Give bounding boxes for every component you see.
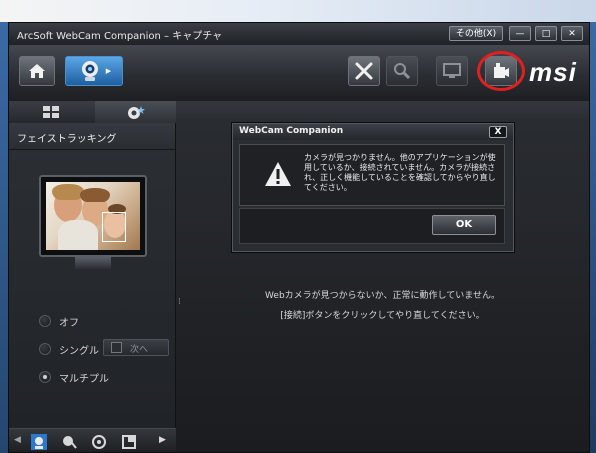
warning-icon xyxy=(265,162,291,186)
app-window: ArcSoft WebCam Companion – キャプチャ その他(X) … xyxy=(8,22,590,453)
home-icon xyxy=(29,64,45,78)
face-tracking-preview xyxy=(39,175,147,257)
settings-button[interactable] xyxy=(348,56,380,86)
desktop-background-top xyxy=(0,0,596,22)
effects-panel: フェイストラッキング オフ シングル 次へ マルチプル xyxy=(9,123,176,452)
tab-gallery[interactable] xyxy=(9,101,96,123)
webcam-icon xyxy=(81,61,98,81)
scroll-right-icon[interactable]: ▶ xyxy=(159,435,166,445)
camera-status-line-1: Webカメラが見つからないか、正常に動作していません。 xyxy=(265,291,500,301)
radio-off[interactable] xyxy=(39,315,51,327)
effects-icon xyxy=(128,106,145,119)
dialog-footer: OK xyxy=(239,208,505,244)
capture-mode-button[interactable]: ▶ xyxy=(65,56,123,86)
error-dialog: WebCam Companion X カメラが見つかりません。他のアプリケーショ… xyxy=(232,123,514,252)
window-title: ArcSoft WebCam Companion – キャプチャ xyxy=(17,31,223,42)
preview-stand xyxy=(75,257,111,269)
face-tracking-box xyxy=(102,212,126,242)
scroll-left-icon[interactable]: ◀ xyxy=(14,435,21,445)
radio-single-label: シングル xyxy=(59,346,99,357)
search-icon xyxy=(394,63,411,80)
tools-icon xyxy=(355,62,373,80)
dialog-close-button[interactable]: X xyxy=(489,126,507,138)
close-button[interactable]: ✕ xyxy=(561,26,583,41)
desktop-background-right xyxy=(590,22,596,453)
effects-bottom-bar: ◀ ▶ xyxy=(9,428,176,452)
minimize-button[interactable]: — xyxy=(509,26,531,41)
dialog-body: カメラが見つかりません。他のアプリケーションが使用しているか、接続されていません… xyxy=(239,144,505,206)
overlay-effect-icon[interactable] xyxy=(121,434,137,450)
monitor-icon xyxy=(443,63,461,78)
camera-status-line-2: [接続]ボタンをクリックしてやり直してください。 xyxy=(280,311,485,321)
radio-multiple[interactable] xyxy=(39,371,51,383)
highlight-circle xyxy=(477,51,525,91)
next-button[interactable]: 次へ xyxy=(103,339,169,356)
panel-tabs xyxy=(9,101,176,123)
gallery-icon xyxy=(43,106,59,118)
ok-button[interactable]: OK xyxy=(432,215,496,235)
zoom-button[interactable] xyxy=(386,56,418,86)
preview-photo xyxy=(46,182,140,250)
face-effect-icon[interactable] xyxy=(31,434,47,450)
next-button-label: 次へ xyxy=(130,345,149,355)
msi-logo: msi xyxy=(529,57,577,87)
dialog-title: WebCam Companion xyxy=(239,126,344,136)
view-top-strip xyxy=(176,101,589,119)
tab-effects[interactable] xyxy=(95,101,176,123)
display-button[interactable] xyxy=(436,56,468,86)
radio-off-label: オフ xyxy=(59,318,79,329)
chevron-right-icon: ▶ xyxy=(105,67,112,75)
other-menu-button[interactable]: その他(X) xyxy=(449,26,503,41)
next-face-icon xyxy=(111,342,122,353)
avatar-effect-icon[interactable] xyxy=(61,434,77,450)
radio-single[interactable] xyxy=(39,343,51,355)
radio-multiple-label: マルチプル xyxy=(59,374,109,385)
maximize-button[interactable]: □ xyxy=(535,26,557,41)
dialog-title-bar[interactable]: WebCam Companion X xyxy=(233,124,513,140)
panel-heading: フェイストラッキング xyxy=(17,134,117,145)
dialog-message: カメラが見つかりません。他のアプリケーションが使用しているか、接続されていません… xyxy=(304,153,496,192)
desktop-background-left xyxy=(0,22,8,453)
home-button[interactable] xyxy=(19,56,55,86)
main-toolbar: ▶ msi xyxy=(9,45,589,101)
frame-effect-icon[interactable] xyxy=(91,434,107,450)
title-bar[interactable]: ArcSoft WebCam Companion – キャプチャ その他(X) … xyxy=(9,23,589,45)
